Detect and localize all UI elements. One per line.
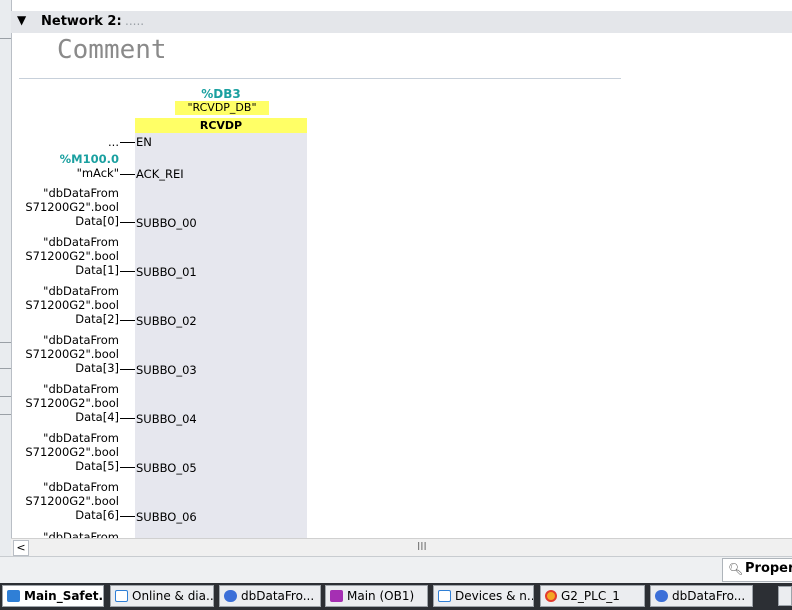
ack-operand-tag[interactable]: "mAck": [77, 166, 119, 180]
function-block-title: RCVDP: [135, 118, 307, 133]
subbo-00-operand-index[interactable]: Data[0]: [75, 214, 119, 228]
pin-subbo-05: SUBBO_05: [136, 461, 197, 475]
subbo-03-operand-line2[interactable]: S71200G2".bool: [25, 347, 119, 361]
pin-subbo-01: SUBBO_01: [136, 265, 197, 279]
instance-db-name[interactable]: "RCVDP_DB": [175, 101, 269, 115]
subbo-03-operand-index[interactable]: Data[3]: [75, 361, 119, 375]
pin-subbo-03: SUBBO_03: [136, 363, 197, 377]
subbo-00-operand-line2[interactable]: S71200G2".bool: [25, 200, 119, 214]
subbo-02-operand-line1[interactable]: "dbDataFrom: [43, 284, 119, 298]
magnifier-icon: 🔍︎: [728, 562, 744, 576]
subbo-03-wire: [120, 369, 135, 370]
subbo-04-wire: [120, 418, 135, 419]
subbo-01-operand-line2[interactable]: S71200G2".bool: [25, 249, 119, 263]
task-label: G2_PLC_1: [561, 589, 620, 603]
subbo-03-operand-line1[interactable]: "dbDataFrom: [43, 333, 119, 347]
collapse-caret-icon[interactable]: ▼: [17, 13, 26, 27]
task-devices-networks[interactable]: Devices & n...: [433, 585, 534, 607]
subbo-02-wire: [120, 320, 135, 321]
task-main-ob1[interactable]: Main (OB1): [325, 585, 428, 607]
ack-wire: [120, 174, 135, 175]
properties-tab-label: Proper: [745, 561, 792, 576]
subbo-00-wire: [120, 222, 135, 223]
subbo-05-operand-index[interactable]: Data[5]: [75, 459, 119, 473]
subbo-07-operand-partial[interactable]: "dbDataFrom: [43, 530, 119, 538]
task-dbdatafrom-1[interactable]: dbDataFro...: [219, 585, 321, 607]
instance-db-address: %DB3: [201, 87, 241, 101]
task-label: Online & dia...: [132, 589, 214, 603]
subbo-01-wire: [120, 271, 135, 272]
subbo-01-operand-index[interactable]: Data[1]: [75, 263, 119, 277]
subbo-06-operand-index[interactable]: Data[6]: [75, 508, 119, 522]
task-label: Devices & n...: [455, 589, 534, 603]
function-block-box[interactable]: [135, 118, 307, 538]
subbo-05-wire: [120, 467, 135, 468]
comment-divider: [19, 78, 621, 79]
network-title-placeholder[interactable]: .....: [125, 14, 144, 28]
subbo-06-operand-line1[interactable]: "dbDataFrom: [43, 480, 119, 494]
plc-status-icon: [545, 590, 557, 602]
subbo-02-operand-index[interactable]: Data[2]: [75, 312, 119, 326]
network-title: Network 2:: [41, 14, 122, 29]
left-panel-strip[interactable]: [0, 0, 12, 583]
organization-block-icon: [330, 590, 343, 602]
scrollbar-grip-icon[interactable]: III: [417, 540, 427, 553]
task-label: Main_Safet...: [24, 589, 104, 603]
task-online-diagnostics[interactable]: Online & dia...: [110, 585, 214, 607]
subbo-06-wire: [120, 516, 135, 517]
task-main-safety[interactable]: Main_Safet...: [2, 585, 104, 607]
taskbar-overflow-button[interactable]: [778, 586, 792, 606]
subbo-06-operand-line2[interactable]: S71200G2".bool: [25, 494, 119, 508]
task-label: dbDataFro...: [241, 589, 315, 603]
subbo-04-operand-line1[interactable]: "dbDataFrom: [43, 382, 119, 396]
program-block-icon: [7, 590, 20, 602]
clip-region: "dbDataFrom: [0, 529, 792, 538]
data-block-icon: [655, 590, 668, 602]
ack-operand-address: %M100.0: [59, 152, 119, 166]
pin-subbo-00: SUBBO_00: [136, 216, 197, 230]
scroll-left-button[interactable]: <: [13, 540, 29, 556]
subbo-01-operand-line1[interactable]: "dbDataFrom: [43, 235, 119, 249]
network-icon: [438, 590, 451, 602]
pin-subbo-06: SUBBO_06: [136, 510, 197, 524]
pin-en: EN: [136, 135, 152, 149]
pin-subbo-02: SUBBO_02: [136, 314, 197, 328]
subbo-04-operand-index[interactable]: Data[4]: [75, 410, 119, 424]
task-dbdatafrom-2[interactable]: dbDataFro...: [650, 585, 753, 607]
subbo-02-operand-line2[interactable]: S71200G2".bool: [25, 298, 119, 312]
task-g2-plc-1[interactable]: G2_PLC_1: [540, 585, 645, 607]
horizontal-scrollbar[interactable]: [11, 538, 792, 556]
inspector-bar: [0, 556, 792, 584]
task-label: Main (OB1): [347, 589, 415, 603]
pin-ack-rei: ACK_REI: [136, 167, 184, 181]
network-comment[interactable]: Comment: [57, 35, 167, 65]
en-operand[interactable]: ...: [108, 135, 119, 149]
pin-subbo-04: SUBBO_04: [136, 412, 197, 426]
subbo-00-operand-line1[interactable]: "dbDataFrom: [43, 186, 119, 200]
subbo-04-operand-line2[interactable]: S71200G2".bool: [25, 396, 119, 410]
en-wire: [120, 142, 135, 143]
subbo-05-operand-line2[interactable]: S71200G2".bool: [25, 445, 119, 459]
diagnostics-icon: [115, 590, 128, 602]
task-label: dbDataFro...: [672, 589, 746, 603]
data-block-icon: [224, 590, 237, 602]
subbo-05-operand-line1[interactable]: "dbDataFrom: [43, 431, 119, 445]
